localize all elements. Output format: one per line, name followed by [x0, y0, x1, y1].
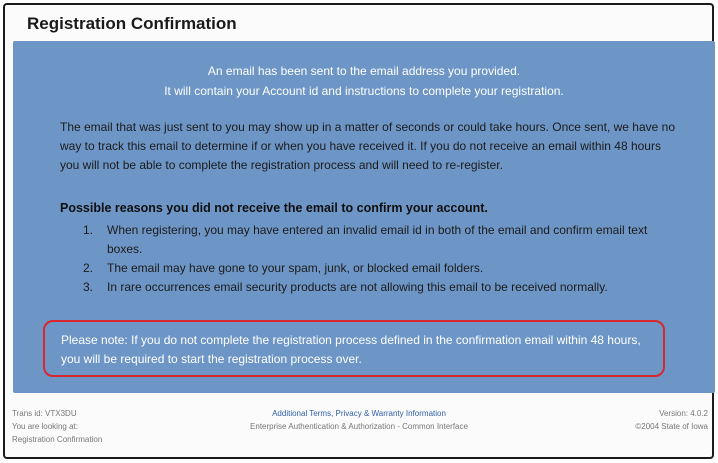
list-text: In rare occurrences email security produ… [107, 280, 608, 294]
version-label: Version: 4.0.2 [659, 409, 708, 418]
list-item: 2. The email may have gone to your spam,… [83, 259, 683, 278]
important-note-text: Please note: If you do not complete the … [61, 333, 641, 366]
system-name: Enterprise Authentication & Authorizatio… [250, 422, 468, 431]
page-title: Registration Confirmation [27, 14, 237, 33]
list-text: The email may have gone to your spam, ju… [107, 261, 484, 275]
intro-line-1: An email has been sent to the email addr… [207, 64, 521, 78]
list-item: 1. When registering, you may have entere… [83, 221, 683, 259]
list-text: When registering, you may have entered a… [107, 223, 648, 256]
copyright: ©2004 State of Iowa [635, 422, 708, 431]
reasons-list: 1. When registering, you may have entere… [83, 221, 683, 297]
email-delay-explanation: The email that was just sent to you may … [60, 120, 675, 172]
reasons-heading: Possible reasons you did not receive the… [60, 201, 488, 215]
list-item: 3. In rare occurrences email security pr… [83, 278, 683, 297]
important-note-box: Please note: If you do not complete the … [43, 320, 665, 377]
terms-privacy-link[interactable]: Additional Terms, Privacy & Warranty Inf… [0, 407, 718, 420]
confirmation-panel: An email has been sent to the email addr… [13, 41, 715, 393]
intro-message: An email has been sent to the email addr… [13, 61, 715, 101]
confirmation-window: Registration Confirmation An email has b… [3, 3, 715, 459]
page-footer: Trans id: VTX3DU You are looking at: Reg… [0, 407, 718, 457]
intro-line-2: It will contain your Account id and inst… [164, 84, 564, 98]
current-page-name: Registration Confirmation [12, 435, 103, 444]
list-number: 3. [83, 280, 94, 294]
footer-center: Additional Terms, Privacy & Warranty Inf… [0, 407, 718, 433]
list-number: 2. [83, 261, 94, 275]
footer-version-info: Version: 4.0.2 ©2004 State of Iowa [635, 407, 708, 433]
list-number: 1. [83, 223, 94, 237]
